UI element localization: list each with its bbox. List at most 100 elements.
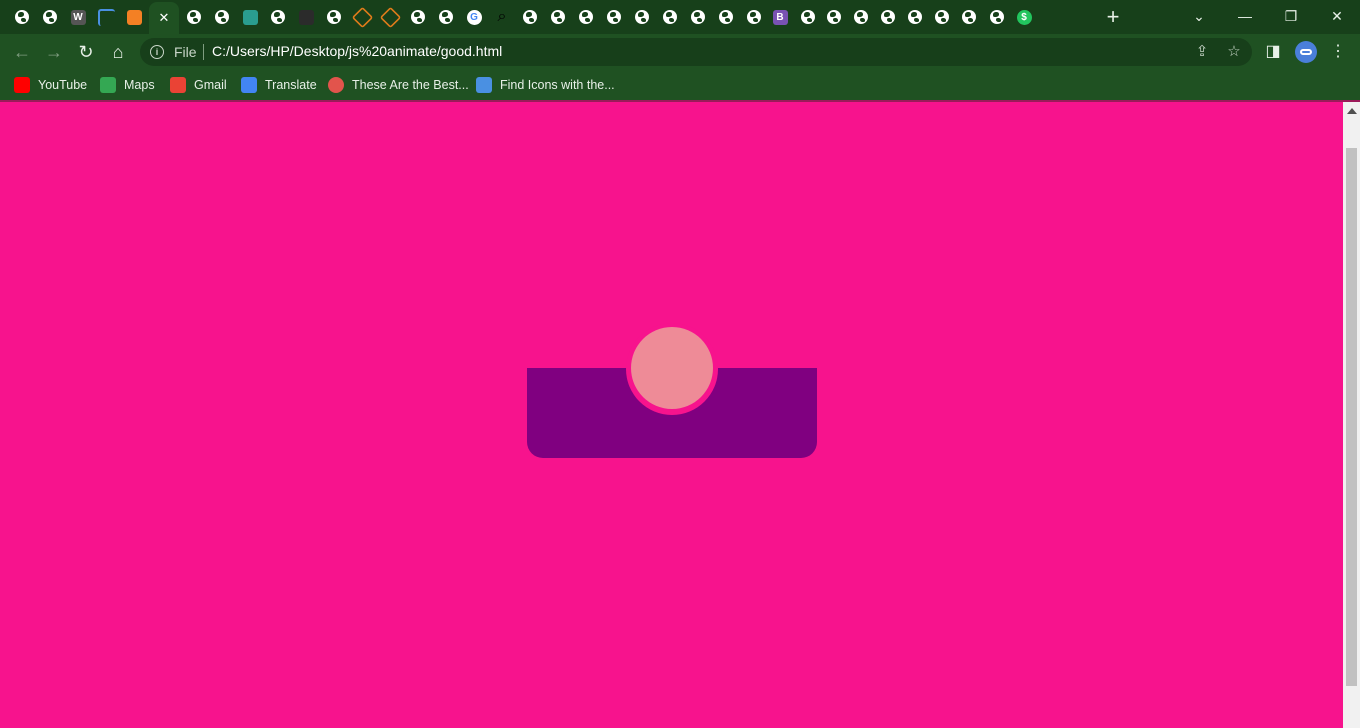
tab-31[interactable]: [849, 4, 873, 30]
bookmark-label: These Are the Best...: [352, 78, 469, 92]
menu-icon[interactable]: ⋮: [1328, 42, 1348, 62]
tab-8[interactable]: [210, 4, 234, 30]
tab-4[interactable]: [94, 4, 118, 30]
reload-button[interactable]: ↻: [74, 40, 98, 64]
minimize-button[interactable]: —: [1222, 0, 1268, 32]
tab-26[interactable]: [714, 4, 738, 30]
star-icon[interactable]: ☆: [1225, 43, 1243, 61]
wiki-icon: W: [70, 9, 86, 25]
tab-14[interactable]: [378, 4, 402, 30]
tab-32[interactable]: [876, 4, 900, 30]
youtube-icon: [14, 77, 30, 93]
close-window-button[interactable]: ✕: [1314, 0, 1360, 32]
globe-icon: [801, 10, 815, 24]
github-icon: [298, 9, 314, 25]
tab-22[interactable]: [602, 4, 626, 30]
tab-6[interactable]: ✕: [149, 2, 179, 34]
flag-icon: [476, 77, 492, 93]
bookmark-label: Translate: [265, 78, 317, 92]
globe-icon: [747, 10, 761, 24]
tab-7[interactable]: [182, 4, 206, 30]
toolbar: ← → ↻ ⌂ i File C:/Users/HP/Desktop/js%20…: [0, 34, 1360, 70]
globe-icon: [271, 10, 285, 24]
bookmark-label: YouTube: [38, 78, 88, 92]
file-scheme-label: File: [174, 44, 197, 60]
new-tab-button[interactable]: +: [1103, 6, 1123, 28]
tab-27[interactable]: [742, 4, 766, 30]
tab-5[interactable]: [122, 4, 146, 30]
tab-37[interactable]: $: [1012, 4, 1036, 30]
globe-icon: [881, 10, 895, 24]
globe-icon: [15, 10, 29, 24]
globe-icon: [691, 10, 705, 24]
maps-icon: [100, 77, 116, 93]
globe-icon: [607, 10, 621, 24]
tab-28[interactable]: B: [768, 4, 792, 30]
globe-icon: [551, 10, 565, 24]
globe-icon: [827, 10, 841, 24]
tab-18[interactable]: ⌕: [490, 4, 514, 30]
edit-icon: [242, 9, 258, 25]
tab-1[interactable]: [10, 4, 34, 30]
tab-13[interactable]: [350, 4, 374, 30]
tab-36[interactable]: [985, 4, 1009, 30]
profile-avatar[interactable]: [1295, 41, 1317, 63]
info-icon[interactable]: i: [150, 45, 164, 59]
tab-9[interactable]: [238, 4, 262, 30]
globe-icon: [908, 10, 922, 24]
bookmark-these-are-the-best[interactable]: These Are the Best...: [328, 76, 469, 94]
tab-11[interactable]: [294, 4, 318, 30]
tab-34[interactable]: [930, 4, 954, 30]
tab-19[interactable]: [518, 4, 542, 30]
globe-icon: [439, 10, 453, 24]
tab-3[interactable]: W: [66, 4, 90, 30]
tab-35[interactable]: [957, 4, 981, 30]
side-panel-icon[interactable]: ◨: [1263, 42, 1283, 62]
tab-29[interactable]: [796, 4, 820, 30]
home-button[interactable]: ⌂: [106, 40, 130, 64]
vertical-scrollbar[interactable]: [1343, 102, 1360, 728]
tab-30[interactable]: [822, 4, 846, 30]
tab-search-button[interactable]: ⌄: [1176, 0, 1222, 32]
tab-33[interactable]: [903, 4, 927, 30]
search-icon: ⌕: [497, 8, 507, 25]
bookmark-gmail[interactable]: Gmail: [170, 76, 227, 94]
flag-icon: [97, 8, 115, 26]
tab-12[interactable]: [322, 4, 346, 30]
tab-15[interactable]: [406, 4, 430, 30]
globe-icon: [43, 10, 57, 24]
tab-25[interactable]: [686, 4, 710, 30]
globe-icon: [962, 10, 976, 24]
address-bar[interactable]: i File C:/Users/HP/Desktop/js%20animate/…: [140, 38, 1252, 66]
bootstrap-icon: B: [772, 9, 788, 25]
active-indicator: [631, 327, 713, 409]
share-icon[interactable]: ⇪: [1193, 43, 1211, 61]
diamond-icon: [351, 6, 373, 28]
bookmark-find-icons-with-the[interactable]: Find Icons with the...: [476, 76, 615, 94]
tab-16[interactable]: [434, 4, 458, 30]
tab-2[interactable]: [38, 4, 62, 30]
brush-icon: [328, 77, 344, 93]
tab-20[interactable]: [546, 4, 570, 30]
close-icon: ✕: [158, 10, 170, 25]
bookmark-youtube[interactable]: YouTube: [14, 76, 87, 94]
tab-23[interactable]: [630, 4, 654, 30]
bookmark-translate[interactable]: Translate: [241, 76, 317, 94]
restore-button[interactable]: ❐: [1268, 0, 1314, 32]
tab-10[interactable]: [266, 4, 290, 30]
globe-icon: [523, 10, 537, 24]
globe-icon: [187, 10, 201, 24]
google-icon: G: [466, 9, 482, 25]
tab-21[interactable]: [574, 4, 598, 30]
globe-icon: [579, 10, 593, 24]
scroll-up-arrow-icon[interactable]: [1347, 108, 1357, 114]
globe-icon: [635, 10, 649, 24]
tab-17[interactable]: G: [462, 4, 486, 30]
url-text[interactable]: C:/Users/HP/Desktop/js%20animate/good.ht…: [212, 43, 502, 59]
back-button[interactable]: ←: [10, 40, 34, 64]
forward-button[interactable]: →: [42, 40, 66, 64]
scroll-thumb[interactable]: [1346, 148, 1357, 686]
tab-24[interactable]: [658, 4, 682, 30]
globe-icon: [935, 10, 949, 24]
bookmark-maps[interactable]: Maps: [100, 76, 155, 94]
